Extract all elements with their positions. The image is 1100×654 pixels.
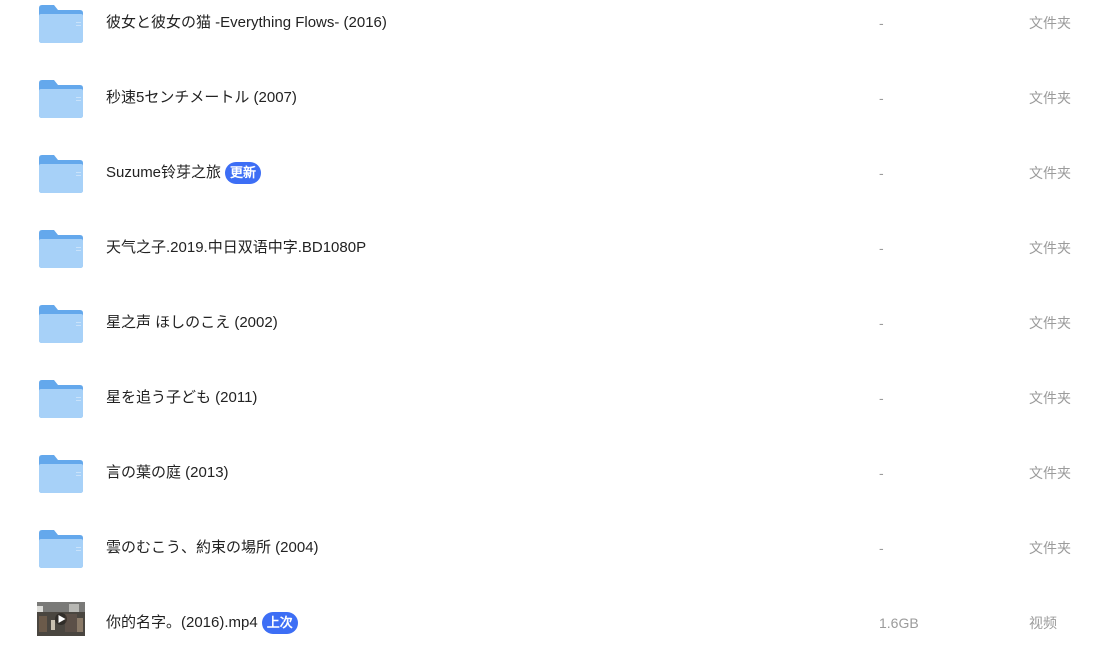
folder-icon xyxy=(37,527,85,569)
file-name-text[interactable]: 星之声 ほしのこえ (2002) xyxy=(106,311,278,335)
file-type: 视频 xyxy=(1029,615,1057,631)
file-type: 文件夹 xyxy=(1029,315,1071,331)
file-name[interactable]: 天气之子.2019.中日双语中字.BD1080P xyxy=(106,236,366,260)
file-size: - xyxy=(879,390,884,406)
file-name-text[interactable]: 雲のむこう、約束の場所 (2004) xyxy=(106,536,319,560)
file-name-text[interactable]: 天气之子.2019.中日双语中字.BD1080P xyxy=(106,236,366,260)
file-size: - xyxy=(879,240,884,256)
file-name-text[interactable]: 秒速5センチメートル (2007) xyxy=(106,86,297,110)
file-name[interactable]: 星之声 ほしのこえ (2002) xyxy=(106,311,278,335)
file-size: - xyxy=(879,315,884,331)
file-name-text[interactable]: 言の葉の庭 (2013) xyxy=(106,461,229,485)
file-type: 文件夹 xyxy=(1029,240,1071,256)
folder-icon xyxy=(37,452,85,494)
file-size: - xyxy=(879,15,884,31)
file-type: 文件夹 xyxy=(1029,90,1071,106)
file-row[interactable]: 言の葉の庭 (2013) - 文件夹 xyxy=(0,442,1100,517)
last-watched-badge: 上次 xyxy=(261,612,298,634)
file-name-text[interactable]: Suzume铃芽之旅 xyxy=(106,161,221,185)
file-row[interactable]: 秒速5センチメートル (2007) - 文件夹 xyxy=(0,67,1100,142)
folder-icon xyxy=(37,77,85,119)
file-size: - xyxy=(879,540,884,556)
file-name[interactable]: 星を追う子ども (2011) xyxy=(106,386,257,410)
file-row[interactable]: 彼女と彼女の猫 -Everything Flows- (2016) - 文件夹 xyxy=(0,0,1100,67)
video-thumbnail-icon xyxy=(37,602,85,636)
file-list: 彼女と彼女の猫 -Everything Flows- (2016) - 文件夹 … xyxy=(0,0,1100,654)
folder-icon xyxy=(37,227,85,269)
file-size: 1.6GB xyxy=(879,615,919,631)
file-name-text[interactable]: 星を追う子ども (2011) xyxy=(106,386,257,410)
folder-icon xyxy=(37,377,85,419)
file-name[interactable]: 雲のむこう、約束の場所 (2004) xyxy=(106,536,319,560)
file-row[interactable]: 星之声 ほしのこえ (2002) - 文件夹 xyxy=(0,292,1100,367)
file-name-text[interactable]: 彼女と彼女の猫 -Everything Flows- (2016) xyxy=(106,11,387,35)
file-row[interactable]: 天气之子.2019.中日双语中字.BD1080P - 文件夹 xyxy=(0,217,1100,292)
file-size: - xyxy=(879,465,884,481)
file-type: 文件夹 xyxy=(1029,465,1071,481)
file-row[interactable]: 雲のむこう、約束の場所 (2004) - 文件夹 xyxy=(0,517,1100,592)
file-type: 文件夹 xyxy=(1029,165,1071,181)
file-name[interactable]: Suzume铃芽之旅 更新 xyxy=(106,161,262,185)
file-size: - xyxy=(879,90,884,106)
file-type: 文件夹 xyxy=(1029,15,1071,31)
update-badge: 更新 xyxy=(225,162,262,184)
file-row[interactable]: Suzume铃芽之旅 更新 - 文件夹 xyxy=(0,142,1100,217)
file-name[interactable]: 言の葉の庭 (2013) xyxy=(106,461,229,485)
file-type: 文件夹 xyxy=(1029,540,1071,556)
folder-icon xyxy=(37,302,85,344)
folder-icon xyxy=(37,2,85,44)
file-size: - xyxy=(879,165,884,181)
file-name[interactable]: 你的名字。(2016).mp4 上次 xyxy=(106,611,298,635)
file-row[interactable]: 星を追う子ども (2011) - 文件夹 xyxy=(0,367,1100,442)
file-name[interactable]: 秒速5センチメートル (2007) xyxy=(106,86,297,110)
folder-icon xyxy=(37,152,85,194)
file-row[interactable]: 你的名字。(2016).mp4 上次 1.6GB 视频 xyxy=(0,592,1100,654)
file-name-text[interactable]: 你的名字。(2016).mp4 xyxy=(106,611,258,635)
file-type: 文件夹 xyxy=(1029,390,1071,406)
file-name[interactable]: 彼女と彼女の猫 -Everything Flows- (2016) xyxy=(106,11,387,35)
